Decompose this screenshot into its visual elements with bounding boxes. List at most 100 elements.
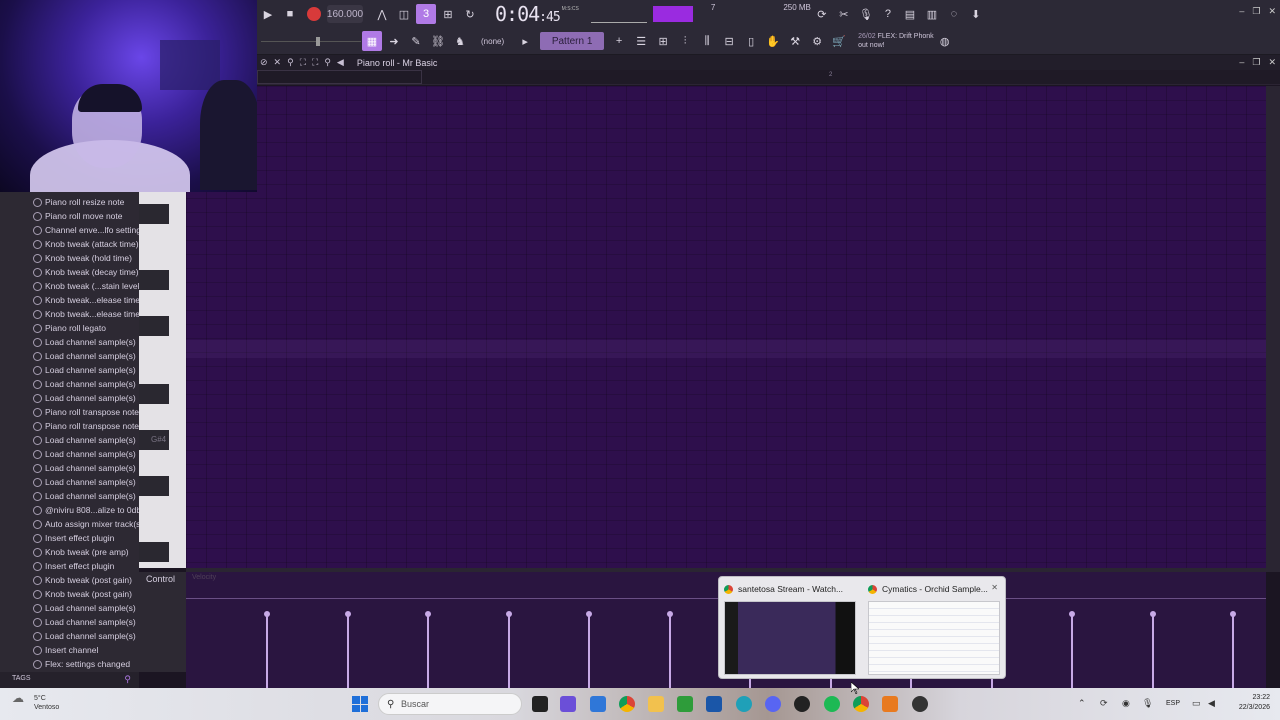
song-time-display[interactable]: 0:04:45 [495,2,561,26]
options-icon[interactable]: ⊘ [260,57,268,68]
history-item[interactable]: Load channel sample(s) [0,475,139,489]
chrome-active-app-icon[interactable] [853,696,869,712]
undo-history-icon[interactable]: ⟳ [812,4,832,24]
history-item[interactable]: Piano roll legato [0,321,139,335]
history-item[interactable]: @niviru 808...alize to 0db [0,503,139,517]
countdown-icon[interactable]: 3 [416,4,436,24]
history-item[interactable]: Knob tweak...elease time) [0,307,139,321]
stop-icon[interactable]: ■ [280,4,300,24]
language-indicator[interactable]: ESP [1166,700,1180,707]
velocity-bar[interactable] [425,611,431,688]
network-icon[interactable]: ▭ [1192,698,1201,709]
copilot-app-icon[interactable] [590,696,606,712]
black-key[interactable] [139,476,169,496]
pr-close-icon[interactable]: ✕ [1268,57,1276,68]
chrome-app-icon[interactable] [619,696,635,712]
note-grid[interactable] [186,86,1266,568]
teams-app-icon[interactable] [560,696,576,712]
file-explorer-icon[interactable] [648,696,664,712]
chevron-up-icon[interactable]: ⌃ [1078,698,1086,709]
obs-app-icon[interactable] [912,696,928,712]
piano-roll-view-icon[interactable]: ▦ [362,31,382,51]
velocity-bar[interactable] [1069,611,1075,688]
history-item[interactable]: Load channel sample(s) [0,391,139,405]
brush-icon[interactable]: ♞ [450,31,470,51]
history-item[interactable]: Auto assign mixer track(s) [0,517,139,531]
loop-record-icon[interactable]: ↻ [460,4,480,24]
arrow-right-icon[interactable]: ➜ [384,31,404,51]
history-item[interactable]: Channel enve...lfo settings [0,223,139,237]
select-icon[interactable]: ⛶ [300,57,306,68]
velocity-bar[interactable] [264,611,270,688]
history-item[interactable]: Piano roll transpose note [0,405,139,419]
playlist-icon[interactable]: ☰ [631,31,651,51]
mixer-sliders-icon[interactable]: ⫼ [697,31,717,51]
history-item[interactable]: Knob tweak...elease time) [0,293,139,307]
piano-keyboard[interactable]: G#4 [139,192,186,568]
history-item[interactable]: Piano roll transpose note [0,419,139,433]
history-item[interactable]: Knob tweak (decay time) [0,265,139,279]
wait-input-icon[interactable]: ◫ [394,4,414,24]
history-item[interactable]: Knob tweak (post gain) [0,573,139,587]
thumbnail-window-1[interactable]: santetosa Stream - Watch... [719,577,859,680]
help-icon[interactable]: ? [878,4,898,24]
history-item[interactable]: Load channel sample(s) [0,349,139,363]
cut-icon[interactable]: ✂ [834,4,854,24]
steam-app-icon[interactable] [794,696,810,712]
pr-restore-icon[interactable]: ❐ [1252,57,1260,68]
history-item[interactable]: Piano roll move note [0,209,139,223]
pr-minimize-icon[interactable]: – [1239,57,1244,68]
history-item[interactable]: Knob tweak (attack time) [0,237,139,251]
store-app-icon[interactable] [706,696,722,712]
step-edit-icon[interactable]: ⊞ [438,4,458,24]
history-item[interactable]: Load channel sample(s) [0,377,139,391]
channel-rack-icon[interactable]: ⊞ [653,31,673,51]
master-volume-slider[interactable] [261,36,361,46]
velocity-bar[interactable] [505,611,512,688]
history-item[interactable]: Piano roll resize note [0,195,139,209]
link-icon[interactable]: ⛓ [428,31,448,51]
weather-widget[interactable]: ☁ 5°C Ventoso [12,692,59,712]
metronome-icon[interactable]: ⋀ [372,4,392,24]
play-pattern-icon[interactable]: ▸ [515,31,535,51]
history-item[interactable]: Load channel sample(s) [0,363,139,377]
news-panel[interactable]: 26/02 FLEX: Drift Phonk out now! [858,32,934,50]
history-item[interactable]: Load channel sample(s) [0,629,139,643]
taskbar-search[interactable]: ⚲ Buscar [378,693,522,715]
volume-icon[interactable]: ◀ [1208,698,1215,709]
velocity-bar[interactable] [344,611,351,688]
add-pattern-icon[interactable]: + [609,31,629,51]
terminal-app-icon[interactable] [532,696,548,712]
restore-icon[interactable]: ❐ [1252,6,1260,17]
history-item[interactable]: Load channel sample(s) [0,601,139,615]
history-item[interactable]: Insert channel [0,643,139,657]
tempo-display[interactable]: 160.000 [327,5,363,23]
pattern-selector[interactable]: Pattern 1 [540,32,605,50]
fullscreen-icon[interactable]: ⛶ [312,57,318,68]
excel-app-icon[interactable] [677,696,693,712]
timeline-ruler[interactable]: 2 [257,70,1280,85]
black-key[interactable] [139,270,169,290]
history-item[interactable]: Load channel sample(s) [0,461,139,475]
spotify-app-icon[interactable] [824,696,840,712]
history-item[interactable]: Load channel sample(s) [0,433,139,447]
control-label[interactable]: Control [146,574,175,584]
black-key[interactable] [139,384,169,404]
mic-icon[interactable]: 🎙 [856,4,876,24]
sync-icon[interactable]: ⟳ [1100,698,1108,709]
minimize-icon[interactable]: – [1239,6,1244,17]
store-icon[interactable]: 🛒 [829,31,849,51]
history-item[interactable]: Knob tweak (hold time) [0,251,139,265]
save-icon[interactable]: ▤ [900,4,920,24]
play-icon[interactable]: ▶ [258,4,278,24]
history-item[interactable]: Load channel sample(s) [0,335,139,349]
mic-tray-icon[interactable]: 🎙 [1142,698,1153,709]
speaker-icon[interactable]: ◀ [337,57,344,68]
plugin-icon[interactable]: ✋ [763,31,783,51]
chrome-tray-icon[interactable]: ◉ [1122,698,1130,709]
mixer-icon[interactable]: ⫶ [675,31,695,51]
close-small-icon[interactable]: ✕ [274,57,282,68]
velocity-bar[interactable] [666,611,673,688]
history-item[interactable]: Load channel sample(s) [0,615,139,629]
fl-studio-app-icon[interactable] [882,696,898,712]
